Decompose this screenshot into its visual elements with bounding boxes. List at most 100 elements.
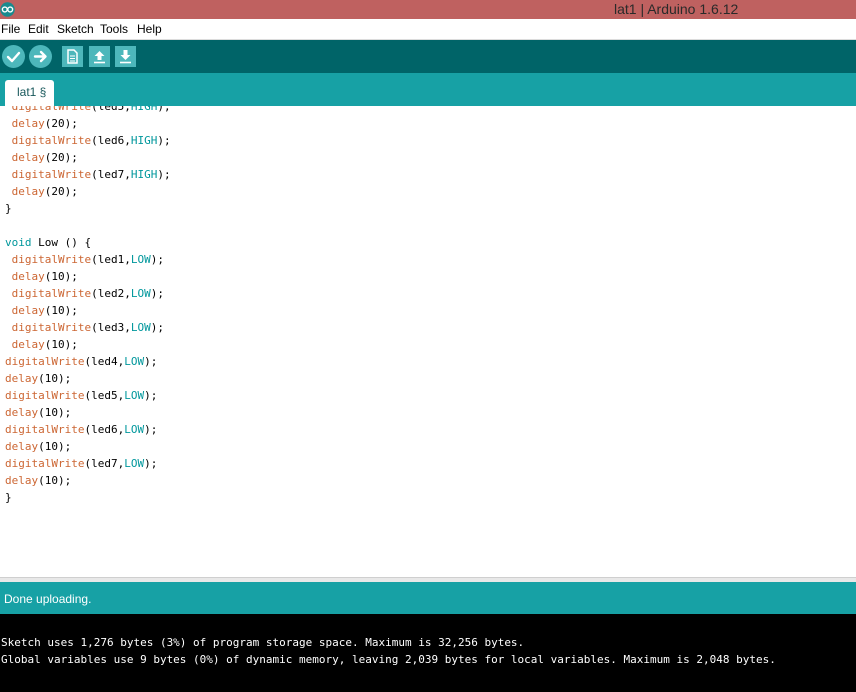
code-token-type: void: [5, 236, 32, 249]
code-line: digitalWrite(led1,LOW);: [5, 251, 164, 268]
code-token: (10);: [38, 474, 72, 487]
code-token-kw: digitalWrite: [5, 423, 85, 436]
code-token: (20);: [44, 185, 78, 198]
code-line: delay(20);: [5, 183, 78, 200]
code-token: (10);: [44, 338, 78, 351]
code-token-const: LOW: [124, 389, 145, 402]
code-token: Low () {: [31, 236, 92, 249]
code-token: (led4,: [84, 355, 125, 368]
menu-help[interactable]: Help: [137, 22, 162, 36]
code-token: (led5,: [84, 389, 125, 402]
code-token: );: [144, 423, 158, 436]
code-editor[interactable]: digitalWrite(led5,HIGH); delay(20); digi…: [0, 106, 856, 577]
code-line: digitalWrite(led7,HIGH);: [5, 166, 171, 183]
code-token-const: HIGH: [130, 168, 158, 181]
code-token-kw: digitalWrite: [5, 389, 85, 402]
code-token: (10);: [44, 270, 78, 283]
status-bar: Done uploading.: [0, 582, 856, 614]
code-token-kw: delay: [11, 185, 45, 198]
code-token: );: [150, 321, 164, 334]
code-line: delay(10);: [5, 302, 78, 319]
code-line: digitalWrite(led7,LOW);: [5, 455, 157, 472]
checkmark-icon: [6, 51, 21, 63]
code-line: delay(10);: [5, 370, 71, 387]
code-token-const: LOW: [130, 253, 151, 266]
code-line: delay(10);: [5, 438, 71, 455]
code-token: (led1,: [91, 253, 131, 266]
code-line: }: [5, 489, 12, 506]
code-token: (10);: [38, 440, 72, 453]
console-line: Sketch uses 1,276 bytes (3%) of program …: [1, 636, 525, 649]
code-token: );: [144, 457, 158, 470]
new-button[interactable]: [62, 46, 83, 67]
arrow-up-icon: [94, 51, 105, 64]
console-output: Sketch uses 1,276 bytes (3%) of program …: [0, 614, 856, 692]
code-line: digitalWrite(led6,HIGH);: [5, 132, 171, 149]
code-token: (led5,: [91, 106, 131, 113]
console-line: Global variables use 9 bytes (0%) of dyn…: [1, 653, 776, 666]
code-token-kw: digitalWrite: [11, 106, 92, 113]
code-token: (led2,: [91, 287, 131, 300]
code-token: );: [157, 134, 171, 147]
verify-button[interactable]: [2, 45, 25, 68]
upload-button[interactable]: [29, 45, 52, 68]
code-token-kw: digitalWrite: [11, 168, 92, 181]
code-token: );: [157, 168, 171, 181]
code-token: );: [150, 253, 164, 266]
code-token: (10);: [44, 304, 78, 317]
menu-edit[interactable]: Edit: [28, 22, 49, 36]
code-token-kw: digitalWrite: [11, 253, 92, 266]
code-token: (led3,: [91, 321, 131, 334]
code-token: (led7,: [84, 457, 125, 470]
code-token: );: [144, 389, 158, 402]
arrow-right-icon: [33, 50, 47, 63]
menu-tools[interactable]: Tools: [100, 22, 128, 36]
open-button[interactable]: [89, 46, 110, 67]
code-token-kw: delay: [5, 474, 39, 487]
code-line: delay(10);: [5, 268, 78, 285]
code-token-const: LOW: [124, 423, 145, 436]
code-token-kw: delay: [5, 406, 39, 419]
code-token-const: LOW: [124, 457, 145, 470]
code-line: digitalWrite(led6,LOW);: [5, 421, 157, 438]
code-token: }: [5, 491, 12, 504]
window-title: lat1 | Arduino 1.6.12: [614, 1, 739, 17]
code-token: (led7,: [91, 168, 131, 181]
code-line: void Low () {: [5, 234, 91, 251]
tab-lat1[interactable]: lat1 §: [5, 80, 54, 106]
menu-file[interactable]: File: [1, 22, 20, 36]
code-token: (10);: [38, 406, 72, 419]
code-token: );: [150, 287, 164, 300]
save-button[interactable]: [115, 46, 136, 67]
code-token: (10);: [38, 372, 72, 385]
code-token: (20);: [44, 117, 78, 130]
code-token-kw: delay: [11, 151, 45, 164]
tab-strip: lat1 §: [0, 73, 856, 106]
arrow-down-icon: [120, 50, 131, 64]
toolbar: [0, 40, 856, 73]
code-line: digitalWrite(led4,LOW);: [5, 353, 157, 370]
code-token: (20);: [44, 151, 78, 164]
code-token-kw: digitalWrite: [11, 287, 92, 300]
code-token: (led6,: [84, 423, 125, 436]
code-token-const: HIGH: [130, 106, 158, 113]
code-line: }: [5, 200, 12, 217]
code-token-kw: delay: [11, 117, 45, 130]
menu-sketch[interactable]: Sketch: [57, 22, 94, 36]
code-token-const: LOW: [130, 287, 151, 300]
code-token-kw: delay: [11, 270, 45, 283]
code-line: delay(10);: [5, 404, 71, 421]
arduino-logo-icon: [0, 2, 15, 17]
code-token: );: [144, 355, 158, 368]
status-message: Done uploading.: [4, 592, 92, 606]
